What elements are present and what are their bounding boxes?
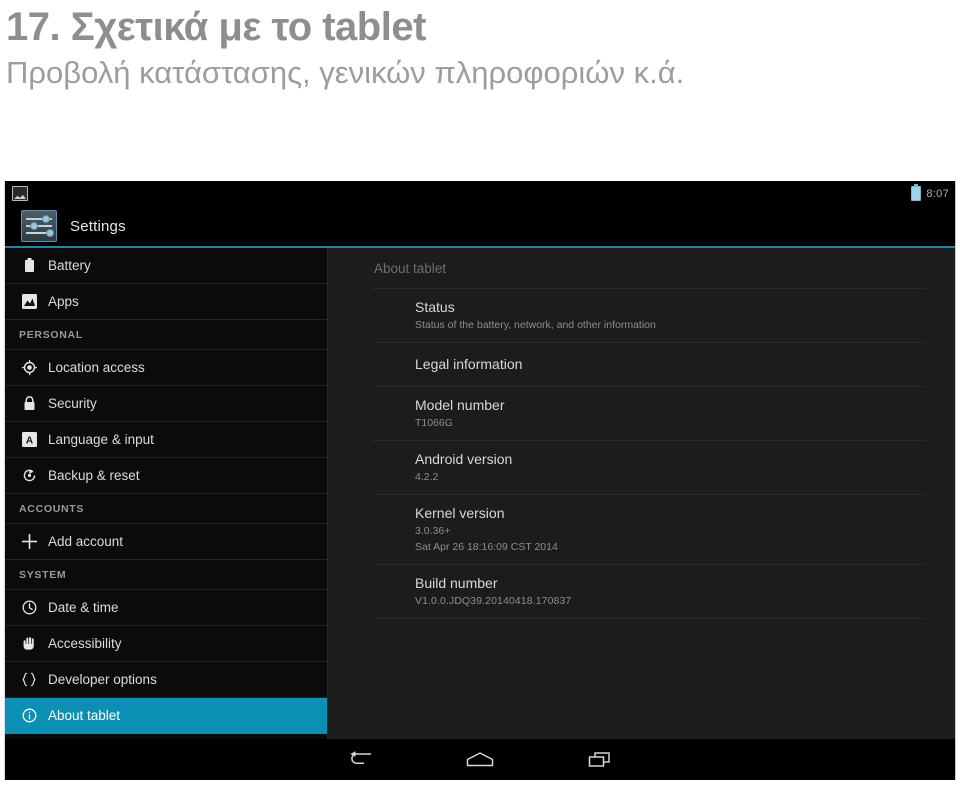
- hand-icon: [19, 636, 39, 651]
- sidebar-item-location-access[interactable]: Location access: [5, 350, 327, 386]
- status-bar-notifications: [12, 186, 28, 201]
- battery-icon: [19, 258, 39, 273]
- sidebar-item-label: Language & input: [48, 432, 154, 447]
- svg-text:A: A: [25, 436, 32, 447]
- sidebar-item-label: Add account: [48, 534, 124, 549]
- sidebar-item-label: Security: [48, 396, 97, 411]
- pref-model-number[interactable]: Model number T1066G: [372, 386, 925, 440]
- plus-icon: [19, 533, 39, 550]
- sidebar-item-label: Accessibility: [48, 636, 122, 651]
- home-button[interactable]: [420, 751, 540, 769]
- content-title: About tablet: [374, 260, 447, 276]
- status-bar-system[interactable]: 8:07: [911, 184, 949, 201]
- braces-icon: [19, 672, 39, 687]
- sidebar-item-label: Date & time: [48, 600, 119, 615]
- action-bar: Settings: [5, 206, 955, 248]
- sidebar-item-add-account[interactable]: Add account: [5, 524, 327, 560]
- pref-summary: V1.0.0.JDQ39.20140418.170837: [415, 595, 572, 607]
- sidebar-item-date-and-time[interactable]: Date & time: [5, 590, 327, 626]
- sidebar-item-accessibility[interactable]: Accessibility: [5, 626, 327, 662]
- pref-status[interactable]: Status Status of the battery, network, a…: [372, 288, 925, 342]
- content-divider: [372, 618, 925, 619]
- back-icon: [347, 750, 373, 769]
- sidebar-item-label: Apps: [48, 294, 79, 309]
- pref-title: Status: [415, 299, 455, 315]
- tablet-screenshot: 8:07 Settings Battery Apps PERSONAL Loca…: [4, 181, 956, 780]
- location-icon: [19, 360, 39, 375]
- system-navigation-bar: [5, 739, 955, 780]
- status-bar: 8:07: [5, 181, 955, 206]
- sidebar-item-security[interactable]: Security: [5, 386, 327, 422]
- page-title: 17. Σχετικά με το tablet: [6, 5, 426, 49]
- settings-sliders-icon: [21, 210, 57, 242]
- backup-restore-icon: [19, 468, 39, 483]
- pref-summary: 3.0.36+: [415, 525, 451, 537]
- pref-build-number[interactable]: Build number V1.0.0.JDQ39.20140418.17083…: [372, 564, 925, 618]
- app-title: Settings: [70, 217, 126, 235]
- home-icon: [465, 751, 495, 769]
- recent-apps-button[interactable]: [540, 751, 660, 769]
- sidebar-item-developer-options[interactable]: Developer options: [5, 662, 327, 698]
- sidebar-item-label: Developer options: [48, 672, 157, 687]
- clock-icon: [19, 600, 39, 615]
- settings-body: Battery Apps PERSONAL Location access Se…: [5, 248, 955, 739]
- info-icon: [19, 708, 39, 723]
- settings-content: About tablet Status Status of the batter…: [328, 248, 955, 739]
- sidebar-item-label: About tablet: [48, 708, 121, 723]
- sidebar-item-label: Location access: [48, 360, 145, 375]
- sidebar-item-label: Battery: [48, 258, 91, 273]
- pref-title: Model number: [415, 397, 505, 413]
- apps-image-icon: [19, 294, 39, 309]
- language-a-icon: A: [19, 432, 39, 447]
- pref-legal-information[interactable]: Legal information: [372, 342, 925, 386]
- sidebar-section-personal: PERSONAL: [5, 320, 327, 350]
- sidebar-item-language-and-input[interactable]: A Language & input: [5, 422, 327, 458]
- image-notification-icon: [12, 186, 28, 201]
- sidebar-item-battery[interactable]: Battery: [5, 248, 327, 284]
- sidebar-item-label: Backup & reset: [48, 468, 140, 483]
- slide-header: 17. Σχετικά με το tablet Προβολή κατάστα…: [0, 0, 960, 94]
- pref-summary-secondary: Sat Apr 26 18:16:09 CST 2014: [415, 541, 558, 553]
- pref-summary: T1066G: [415, 417, 453, 429]
- sidebar-section-system: SYSTEM: [5, 560, 327, 590]
- pref-summary: Status of the battery, network, and othe…: [415, 319, 656, 331]
- battery-icon: [911, 184, 922, 201]
- status-bar-clock: 8:07: [926, 187, 949, 200]
- pref-title: Android version: [415, 451, 513, 467]
- pref-title: Kernel version: [415, 505, 505, 521]
- pref-android-version[interactable]: Android version 4.2.2: [372, 440, 925, 494]
- pref-title: Legal information: [415, 356, 523, 372]
- sidebar-item-backup-and-reset[interactable]: Backup & reset: [5, 458, 327, 494]
- pref-kernel-version[interactable]: Kernel version 3.0.36+ Sat Apr 26 18:16:…: [372, 494, 925, 564]
- pref-summary: 4.2.2: [415, 471, 439, 483]
- page-subtitle: Προβολή κατάστασης, γενικών πληροφοριών …: [6, 55, 685, 90]
- sidebar-item-about-tablet[interactable]: About tablet: [5, 698, 327, 734]
- recent-apps-icon: [587, 751, 613, 769]
- pref-title: Build number: [415, 575, 498, 591]
- settings-sidebar[interactable]: Battery Apps PERSONAL Location access Se…: [5, 248, 328, 739]
- sidebar-section-accounts: ACCOUNTS: [5, 494, 327, 524]
- lock-icon: [19, 396, 39, 411]
- back-button[interactable]: [300, 750, 420, 769]
- sidebar-item-apps[interactable]: Apps: [5, 284, 327, 320]
